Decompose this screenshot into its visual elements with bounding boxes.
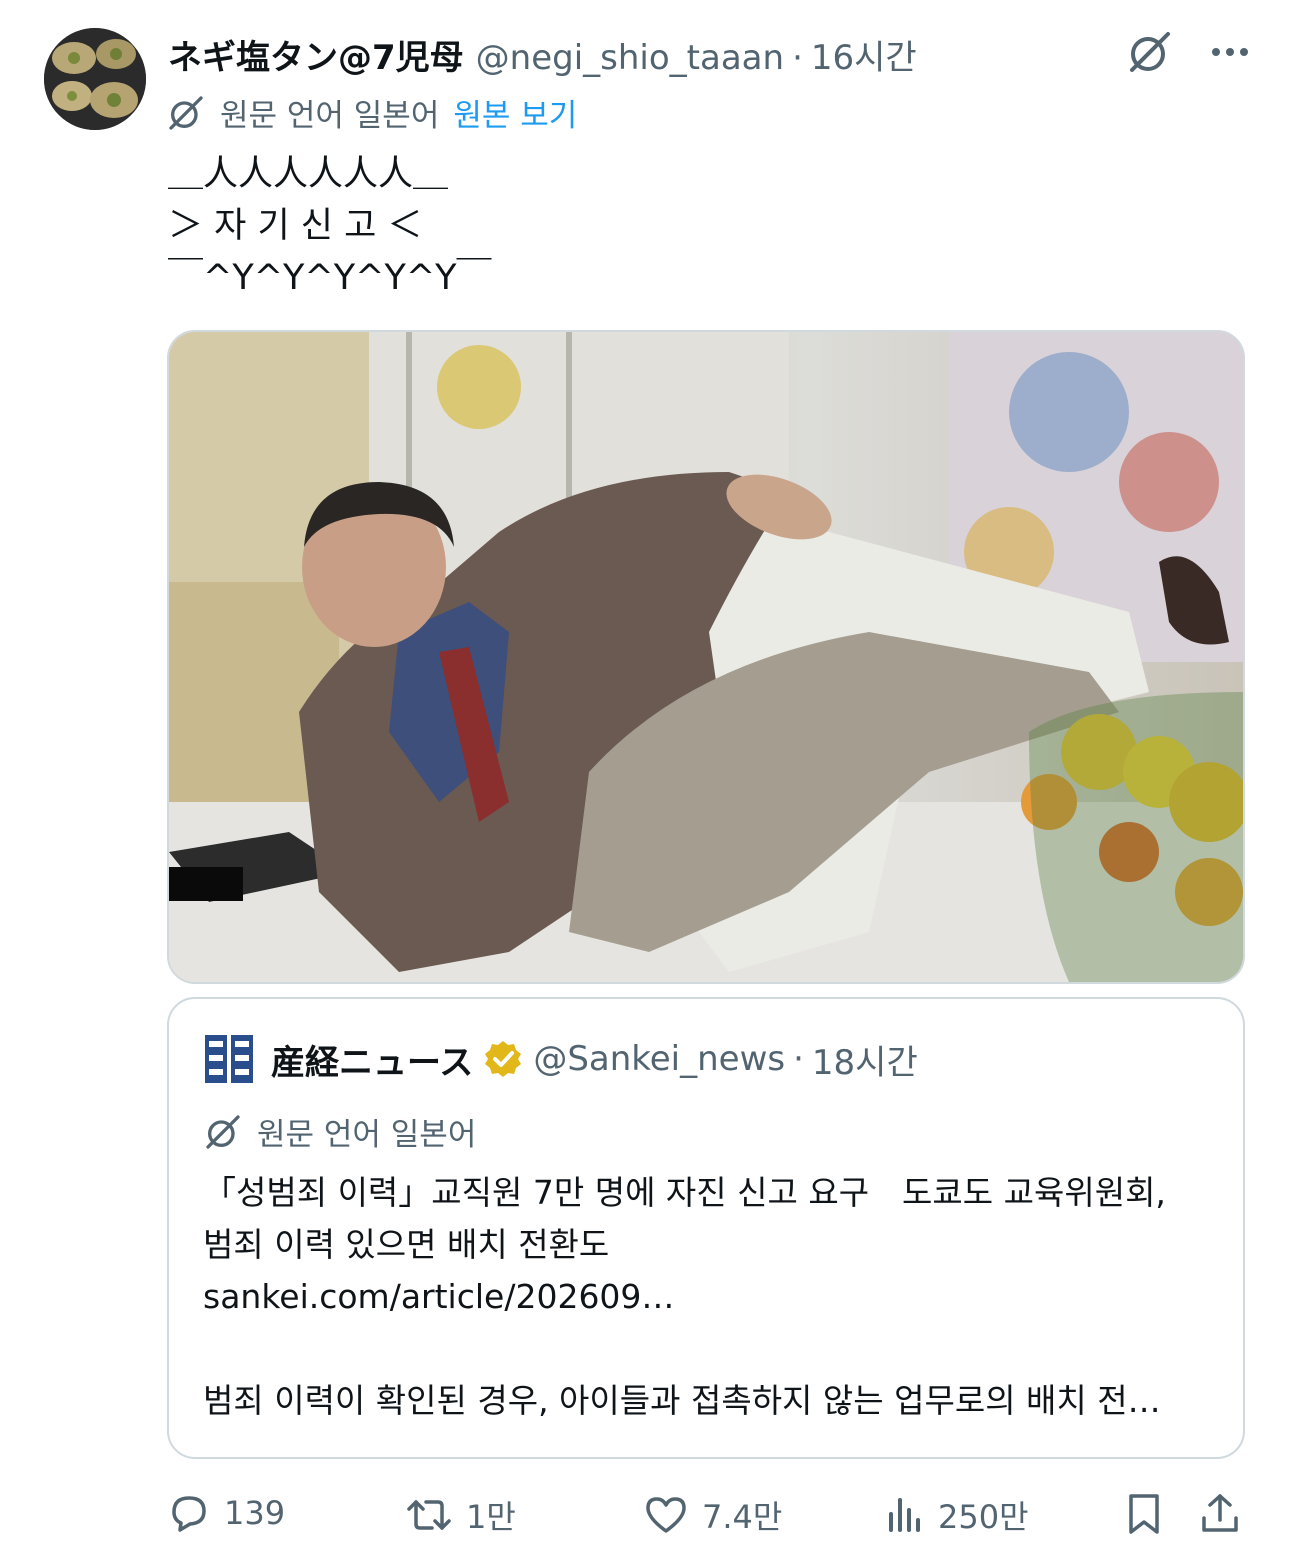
retweet-count: 1만	[466, 1498, 516, 1536]
translation-label: 원문 언어 일본어	[220, 98, 440, 134]
bookmark-button[interactable]	[1126, 1492, 1162, 1536]
show-original-link[interactable]: 원본 보기	[453, 90, 577, 135]
more-button[interactable]	[1210, 46, 1250, 58]
quote-translation-label: 원문 언어 일본어	[257, 1117, 477, 1153]
tweet-media[interactable]	[167, 330, 1245, 984]
quote-display-name[interactable]: 産経ニュース	[271, 1035, 473, 1084]
tweet-top-actions	[1126, 28, 1250, 76]
quote-separator: ·	[793, 1039, 804, 1079]
translation-row: 원문 언어 일본어 원본 보기	[166, 90, 577, 135]
quote-tweet[interactable]: 産経ニュース @Sankei_news · 18시간 원문 언어 일본어 「성범…	[167, 997, 1245, 1459]
reply-count: 139	[224, 1494, 286, 1532]
photo-man-falling-on-stage	[169, 332, 1243, 982]
display-name[interactable]: ネギ塩タン@7児母	[168, 30, 464, 79]
grok-icon	[1130, 32, 1170, 72]
action-bar: 139 1만 7.4만 250만	[0, 1492, 1290, 1548]
quote-text: 「성범죄 이력」교직원 7만 명에 자진 신고 요구 도쿄도 교육위원회, 범죄…	[203, 1167, 1223, 1427]
like-count: 7.4만	[702, 1498, 783, 1536]
grok-translate-icon	[169, 95, 203, 130]
quote-line: 범죄 이력이 확인된 경우, 아이들과 접촉하지 않는 업무로의 배치 전…	[203, 1381, 1161, 1420]
quote-line	[203, 1323, 1223, 1375]
tweet-header: ネギ塩タン@7児母 @negi_shio_taaan · 16시간	[168, 30, 917, 79]
verified-gold-badge-icon	[485, 1041, 522, 1077]
bookmark-icon	[1129, 1494, 1159, 1534]
quote-line: 범죄 이력 있으면 배치 전환도	[203, 1225, 610, 1264]
quote-header: 産経ニュース @Sankei_news · 18시간	[203, 1033, 918, 1085]
share-button[interactable]	[1200, 1492, 1240, 1536]
retweet-button[interactable]: 1만	[406, 1492, 516, 1538]
quote-translation-row: 원문 언어 일본어	[203, 1109, 476, 1154]
quote-handle[interactable]: @Sankei_news	[533, 1039, 785, 1079]
grok-button[interactable]	[1126, 28, 1174, 76]
like-button[interactable]: 7.4만	[644, 1492, 782, 1538]
retweet-icon	[407, 1500, 451, 1530]
tweet-text: ＿人人人人人人＿ ＞ 자 기 신 고 ＜ ￣^Y^Y^Y^Y^Y￣	[168, 154, 492, 298]
quote-line: 「성범죄 이력」교직원 7만 명에 자진 신고 요구 도쿄도 교육위원회,	[203, 1173, 1166, 1212]
heart-icon	[646, 1497, 686, 1533]
more-icon	[1212, 48, 1248, 56]
views-button[interactable]: 250만	[886, 1492, 1029, 1538]
quote-time[interactable]: 18시간	[812, 1035, 918, 1084]
share-icon	[1202, 1494, 1238, 1532]
verified-badge	[483, 1039, 523, 1079]
user-handle[interactable]: @negi_shio_taaan	[476, 38, 784, 78]
reply-button[interactable]: 139	[168, 1492, 285, 1534]
grok-translate-icon	[206, 1114, 240, 1149]
views-chart-icon	[889, 1498, 920, 1532]
sankei-logo	[203, 1033, 255, 1085]
quote-line[interactable]: sankei.com/article/202609…	[203, 1271, 1223, 1323]
views-count: 250만	[938, 1498, 1029, 1536]
separator: ·	[792, 38, 803, 78]
avatar[interactable]	[44, 28, 146, 130]
food-photo-avatar	[44, 28, 146, 130]
reply-icon	[172, 1496, 206, 1532]
tweet-time[interactable]: 16시간	[811, 30, 917, 79]
